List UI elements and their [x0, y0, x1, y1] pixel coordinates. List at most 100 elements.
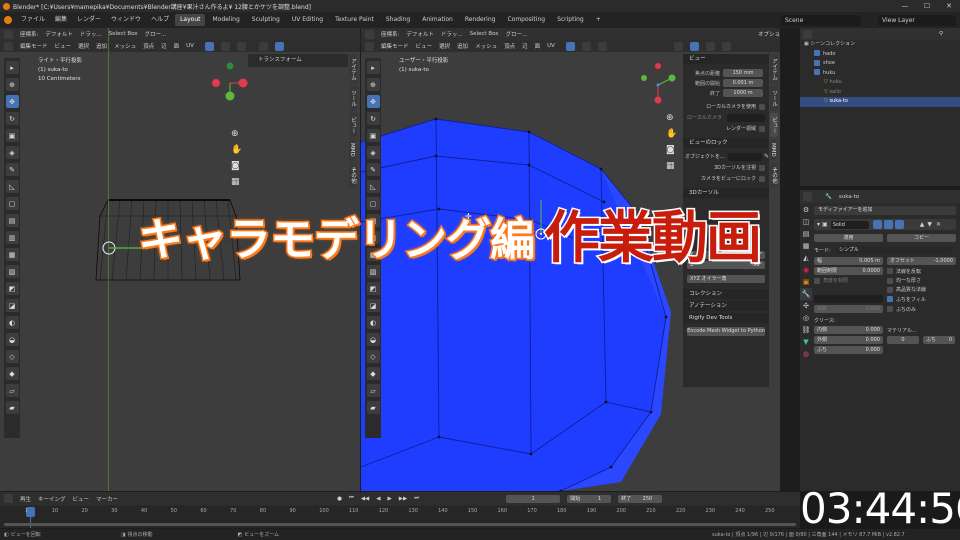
tab-tool[interactable]: ツール — [349, 86, 357, 111]
rip-tool-icon[interactable]: ▰ — [366, 401, 380, 414]
shear-tool-icon[interactable]: ▱ — [366, 384, 380, 397]
vertex-select-icon[interactable] — [204, 41, 214, 51]
scene-selector[interactable]: Scene — [781, 14, 861, 26]
tab-mmd[interactable]: MMD — [770, 139, 776, 161]
jump-start-icon[interactable]: ⏮ — [349, 495, 354, 502]
close-button[interactable]: ✕ — [938, 0, 960, 12]
editor-type-icon[interactable] — [365, 41, 374, 51]
left-sidebar-title[interactable]: トランスフォーム — [248, 57, 302, 63]
render-region-checkbox[interactable] — [759, 125, 765, 132]
poly-build-tool-icon[interactable]: ◪ — [366, 299, 380, 312]
left-menu-select[interactable]: 選択 — [78, 42, 89, 50]
workspace-tab-shading[interactable]: Shading — [381, 14, 415, 26]
camera-icon[interactable]: ◙ — [666, 142, 677, 158]
shading-material-icon[interactable] — [721, 41, 731, 51]
grid-icon[interactable]: ▦ — [666, 158, 677, 174]
material-rim-field[interactable]: ふち 0 — [923, 336, 955, 344]
row-checkbox[interactable] — [814, 59, 820, 66]
edge-slide-tool-icon[interactable]: ◇ — [366, 350, 380, 363]
smooth-tool-icon[interactable]: ◒ — [5, 333, 19, 346]
outliner-row[interactable]: ▽ huku — [800, 78, 960, 88]
left-menu-vertex[interactable]: 頂点 — [143, 42, 154, 50]
minimize-button[interactable]: — — [894, 0, 916, 12]
edge-slide-tool-icon[interactable]: ◇ — [5, 350, 19, 363]
move-tool-icon[interactable] — [4, 29, 13, 39]
record-icon[interactable]: ● — [337, 496, 342, 502]
right-nav-gizmo[interactable] — [638, 60, 678, 110]
particles-props-icon[interactable]: ✣ — [800, 300, 812, 312]
material-offset-field[interactable]: 0 — [887, 336, 919, 344]
rim-only-checkbox[interactable] — [887, 306, 893, 312]
local-camera-field[interactable] — [727, 113, 765, 122]
spin-tool-icon[interactable]: ◐ — [366, 316, 380, 329]
tab-other[interactable]: その他 — [770, 162, 778, 188]
crease-inner-field[interactable]: 内側 0.000 — [814, 326, 883, 334]
knife-tool-icon[interactable]: ◩ — [5, 282, 19, 295]
focal-field[interactable]: 150 mm — [723, 69, 763, 77]
world-props-icon[interactable]: ◉ — [800, 264, 812, 276]
right-menu-select[interactable]: 選択 — [439, 42, 450, 50]
face-select-icon[interactable] — [236, 41, 246, 51]
mode-select[interactable]: シンプル — [836, 246, 952, 254]
workspace-tab-sculpting[interactable]: Sculpting — [247, 14, 285, 26]
tool-props-icon[interactable]: ⚙ — [800, 204, 812, 216]
output-props-icon[interactable]: ▤ — [800, 228, 812, 240]
clip-start-field[interactable]: 0.001 m — [723, 79, 763, 87]
select-tool-icon[interactable]: ▸ — [366, 61, 380, 74]
menu-window[interactable]: ウィンドウ — [106, 12, 146, 28]
move-tool-icon[interactable]: ✥ — [366, 95, 380, 108]
pan-hand-icon[interactable]: ✋ — [231, 142, 242, 158]
constraint-props-icon[interactable]: ⛓ — [800, 324, 812, 336]
shrink-tool-icon[interactable]: ◆ — [5, 367, 19, 380]
row-checkbox[interactable] — [814, 69, 820, 75]
thickness-field[interactable]: 幅 0.005 m — [814, 257, 883, 265]
menu-edit[interactable]: 編集 — [50, 12, 72, 28]
transform-tool-icon[interactable]: ◈ — [5, 146, 19, 159]
encode-mesh-widget-button[interactable]: Encode Mesh Widget to Python — [687, 327, 765, 336]
right-menu-add[interactable]: 追加 — [457, 42, 468, 50]
right-pivot-select[interactable]: グロー... — [506, 30, 528, 38]
left-menu-view[interactable]: ビュー — [55, 42, 72, 50]
current-frame-field[interactable]: 1 — [506, 494, 561, 503]
outliner-editor-icon[interactable] — [803, 29, 812, 39]
flip-normals-option[interactable]: 法線を反転 — [887, 268, 921, 275]
crease-rim-field[interactable]: ふち 0.000 — [814, 346, 883, 354]
tab-view[interactable]: ビュー — [349, 112, 357, 137]
workspace-tab-uv-editing[interactable]: UV Editing — [287, 14, 328, 26]
fill-rim-checkbox[interactable] — [887, 296, 893, 302]
cursor-tool-icon[interactable]: ⊕ — [5, 78, 19, 91]
rim-only-option[interactable]: ふちのみ — [887, 306, 916, 313]
outliner-row[interactable]: hado — [800, 50, 960, 60]
lock-camera-checkbox[interactable] — [759, 175, 765, 182]
left-orientation-select[interactable]: デフォルト — [45, 30, 73, 38]
shading-solid-icon[interactable] — [705, 41, 715, 51]
knife-tool-icon[interactable]: ◩ — [366, 282, 380, 295]
properties-editor-icon[interactable] — [803, 192, 812, 201]
high-quality-option[interactable]: 高品質な法線 — [887, 286, 926, 293]
jump-end-icon[interactable]: ⏭ — [414, 495, 419, 502]
frame-ruler[interactable]: 1 10 20 30 40 50 60 70 80 90 100 110 120 130 140 150 160… — [0, 506, 800, 528]
even-thickness-option[interactable]: 均一な厚さ — [887, 277, 921, 284]
select-tool-icon[interactable]: ▸ — [5, 61, 19, 74]
right-menu-face[interactable]: 面 — [535, 42, 541, 50]
rotate-tool-icon[interactable]: ↻ — [5, 112, 19, 125]
angle-clamp-checkbox[interactable] — [814, 277, 820, 284]
tab-mmd[interactable]: MMD — [349, 139, 355, 161]
extrude-tool-icon[interactable]: ▤ — [5, 214, 19, 227]
flip-normals-checkbox[interactable] — [887, 268, 893, 274]
overlay-icon[interactable] — [673, 41, 683, 51]
outliner-filter-icon[interactable]: ⚲ — [939, 31, 943, 37]
offset-field[interactable]: オフセット -1.0000 — [887, 257, 956, 265]
spin-tool-icon[interactable]: ◐ — [5, 316, 19, 329]
timeline-menu-playback[interactable]: 再生 — [20, 495, 31, 503]
left-select-box[interactable]: Select Box — [109, 31, 138, 37]
outliner-row-selected[interactable]: ▽ suka-to — [800, 97, 960, 107]
lock-cursor-checkbox[interactable] — [759, 164, 765, 171]
view-panel-header[interactable]: ビュー — [683, 54, 769, 64]
timeline-menu-keying[interactable]: キーイング — [38, 495, 66, 503]
remove-modifier-icon[interactable]: ✕ — [936, 221, 941, 228]
right-select-box[interactable]: Select Box — [470, 31, 499, 37]
rotation-mode-select[interactable]: XYZ オイラー角 — [687, 274, 765, 283]
edge-select-icon[interactable] — [581, 41, 591, 51]
left-menu-add[interactable]: 追加 — [96, 42, 107, 50]
